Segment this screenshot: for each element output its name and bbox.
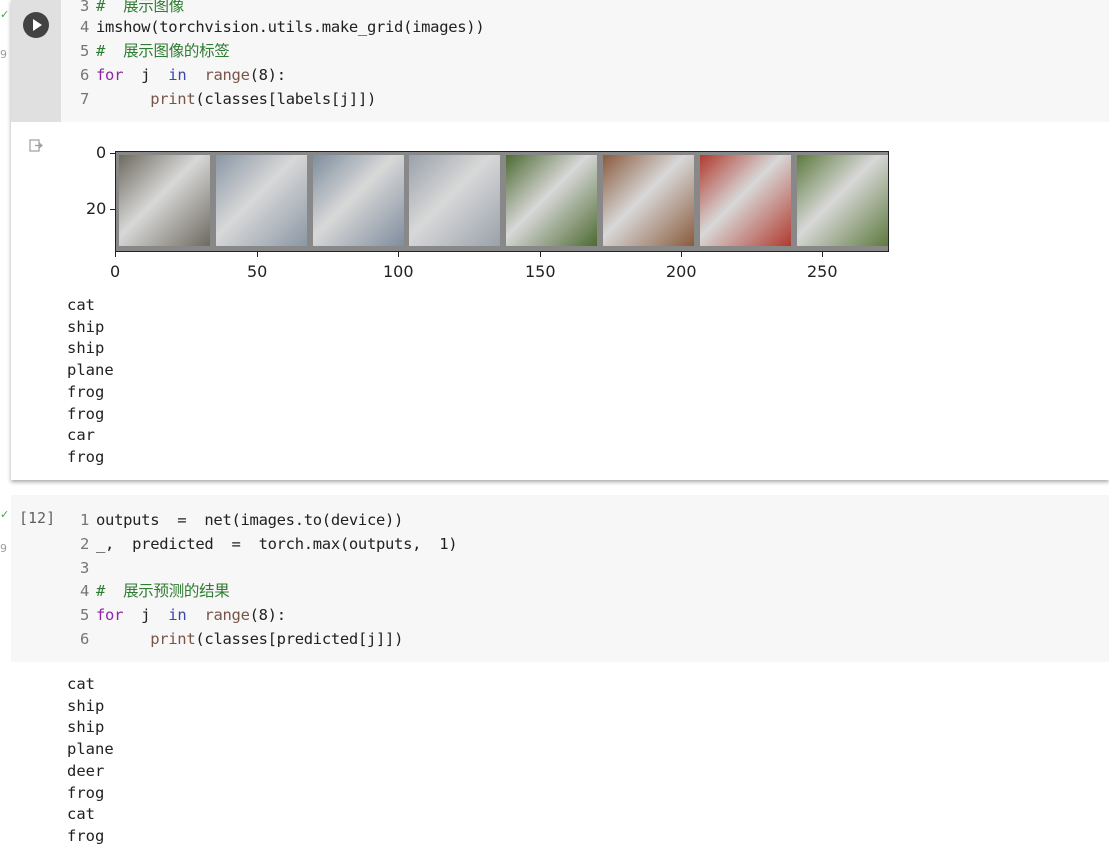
- execution-count: [12]: [19, 509, 56, 527]
- output-text: cat ship ship plane deer frog cat frog: [67, 674, 114, 848]
- output-line: plane: [67, 740, 114, 759]
- output-line: frog: [67, 447, 105, 466]
- output-line: frog: [67, 404, 105, 423]
- output-line: ship: [67, 317, 105, 336]
- gutter-indicator-icon: 9: [0, 48, 7, 61]
- x-tick-label: 0: [110, 262, 121, 281]
- output-line: ship: [67, 718, 105, 737]
- x-tick: [257, 252, 258, 257]
- executed-check-icon: ✓: [0, 8, 10, 21]
- gutter-indicator-icon: 9: [0, 542, 7, 555]
- run-cell-button[interactable]: [23, 12, 49, 38]
- x-tick-label: 250: [807, 262, 838, 281]
- output-line: deer: [67, 761, 105, 780]
- x-tick: [540, 252, 541, 257]
- executed-check-icon: ✓: [0, 508, 10, 521]
- image-tile: [312, 155, 404, 246]
- output-line: car: [67, 426, 95, 445]
- x-tick-label: 200: [666, 262, 697, 281]
- image-tile: [506, 155, 598, 246]
- x-tick-label: 150: [525, 262, 556, 281]
- image-tile: [409, 155, 501, 246]
- output-text: cat ship ship plane frog frog car frog: [67, 295, 114, 469]
- x-tick: [822, 252, 823, 257]
- x-tick: [115, 252, 116, 257]
- x-tick-label: 50: [247, 262, 268, 281]
- image-tile: [796, 155, 888, 246]
- output-line: frog: [67, 783, 105, 802]
- image-tile: [215, 155, 307, 246]
- image-tile: [119, 155, 210, 246]
- output-line: ship: [67, 339, 105, 358]
- x-tick-label: 100: [383, 262, 414, 281]
- y-tick-label: 20: [86, 199, 107, 218]
- output-redirect-icon[interactable]: [29, 139, 43, 152]
- output-line: frog: [67, 382, 105, 401]
- x-tick: [398, 252, 399, 257]
- output-line: frog: [67, 826, 105, 845]
- output-line: cat: [67, 805, 95, 824]
- y-tick: [110, 153, 115, 154]
- y-tick: [110, 209, 115, 210]
- x-tick: [681, 252, 682, 257]
- output-line: ship: [67, 696, 105, 715]
- output-line: cat: [67, 675, 95, 693]
- y-tick-label: 0: [96, 143, 107, 162]
- output-line: cat: [67, 296, 95, 314]
- image-tile: [603, 155, 694, 246]
- output-line: plane: [67, 361, 114, 380]
- image-tile: [699, 155, 791, 246]
